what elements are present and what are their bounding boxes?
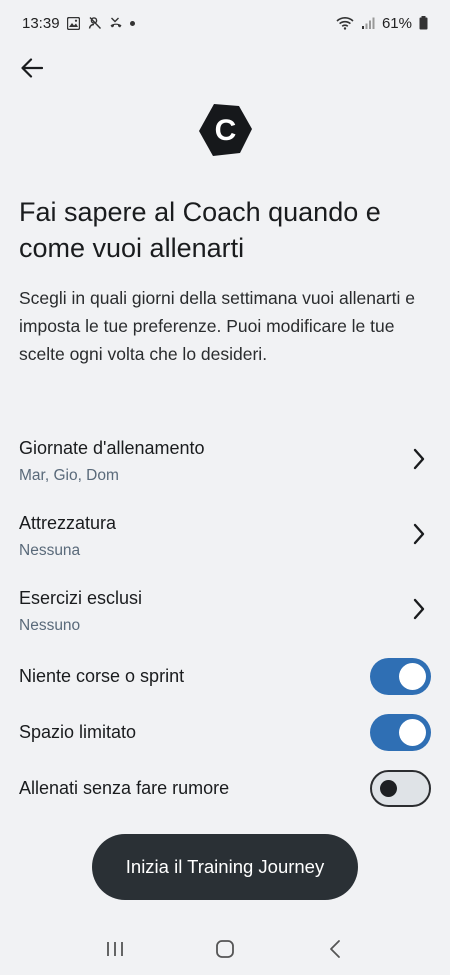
battery-icon	[419, 16, 428, 30]
toggle-knob	[399, 719, 426, 746]
status-right: 61%	[336, 15, 428, 32]
settings-row-value: Nessuna	[19, 542, 81, 559]
limited-space-toggle[interactable]	[370, 714, 431, 751]
no-running-toggle[interactable]	[370, 658, 431, 695]
recent-apps-button[interactable]	[95, 929, 135, 969]
toggle-label: Spazio limitato	[19, 722, 137, 742]
chevron-right-icon	[413, 598, 425, 620]
system-back-button[interactable]	[315, 929, 355, 969]
page-title: Fai sapere al Coach quando e come vuoi a…	[19, 197, 381, 263]
settings-row-label: Attrezzatura	[19, 513, 117, 533]
logo-letter: C	[215, 114, 237, 147]
home-icon	[216, 939, 234, 958]
missed-call-icon	[109, 16, 123, 30]
settings-row-label: Giornate d'allenamento	[19, 438, 205, 458]
toggle-knob	[399, 663, 426, 690]
system-nav-bar	[0, 922, 450, 975]
home-button[interactable]	[205, 929, 245, 969]
toggle-label: Niente corse o sprint	[19, 666, 185, 686]
status-time: 13:39	[22, 14, 60, 32]
toggle-row-limited-space: Spazio limitato	[0, 714, 450, 754]
quiet-training-toggle[interactable]	[370, 770, 431, 807]
dot-icon	[129, 20, 135, 26]
back-button[interactable]	[14, 50, 50, 86]
settings-row-value: Mar, Gio, Dom	[19, 467, 119, 484]
person-off-icon	[88, 16, 102, 30]
toggle-label: Allenati senza fare rumore	[19, 778, 230, 798]
signal-icon	[361, 16, 375, 30]
back-icon	[330, 939, 340, 958]
recent-apps-icon	[107, 941, 123, 956]
coach-logo: C	[197, 102, 253, 158]
start-training-journey-button[interactable]: Inizia il Training Journey	[92, 834, 358, 900]
page-description: Scegli in quali giorni della settimana v…	[19, 288, 415, 364]
battery-percent: 61%	[381, 14, 412, 32]
status-left: 13:39	[22, 15, 135, 32]
settings-row-label: Esercizi esclusi	[19, 588, 143, 608]
settings-row-value: Nessuno	[19, 617, 81, 634]
toggle-row-no-running: Niente corse o sprint	[0, 658, 450, 698]
wifi-icon	[336, 16, 354, 30]
toggle-knob	[380, 780, 397, 797]
image-icon	[67, 16, 81, 30]
settings-row-excluded-exercises[interactable]: Esercizi esclusi Nessuno	[0, 588, 450, 648]
settings-row-equipment[interactable]: Attrezzatura Nessuna	[0, 513, 450, 573]
settings-row-training-days[interactable]: Giornate d'allenamento Mar, Gio, Dom	[0, 438, 450, 498]
status-bar: 13:39 61%	[0, 0, 450, 46]
toggle-row-quiet-training: Allenati senza fare rumore	[0, 770, 450, 810]
chevron-right-icon	[413, 448, 425, 470]
chevron-right-icon	[413, 523, 425, 545]
arrow-left-icon	[21, 58, 43, 78]
